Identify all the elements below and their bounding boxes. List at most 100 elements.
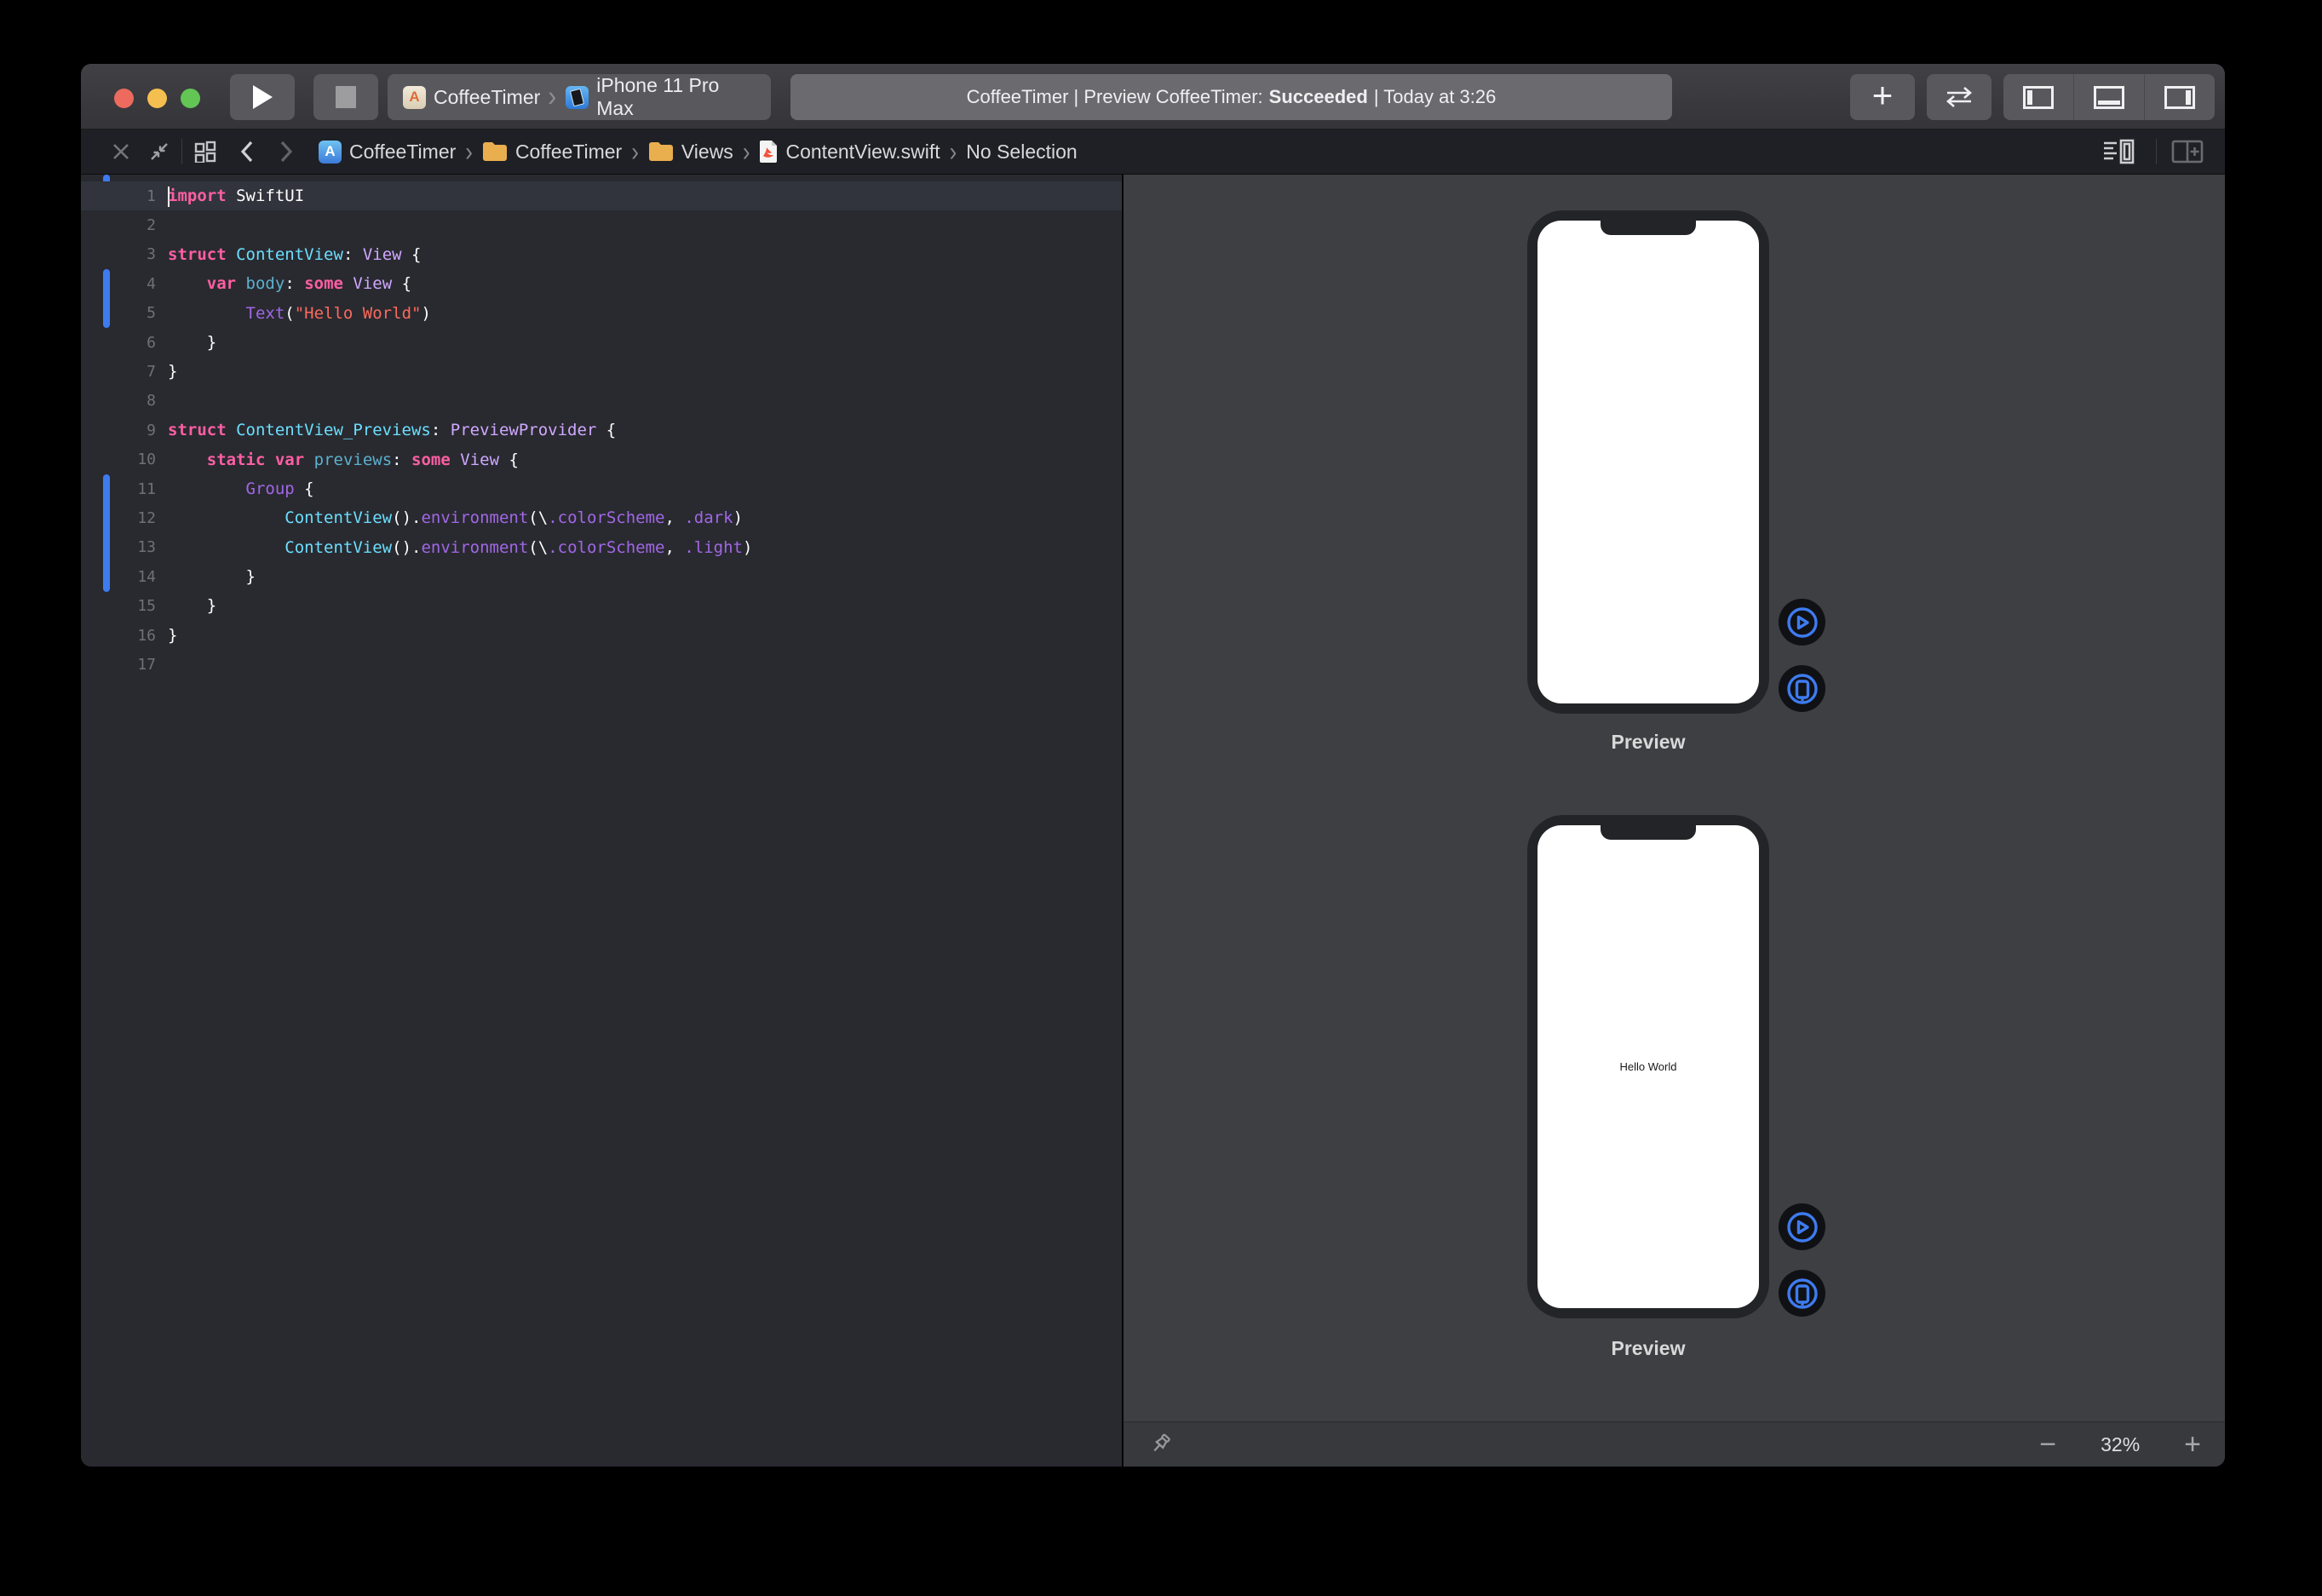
code-text[interactable]: import SwiftUI xyxy=(156,181,304,210)
swap-arrows-icon xyxy=(1944,86,1974,108)
breadcrumb-item-views[interactable]: Views xyxy=(648,141,733,164)
line-number[interactable]: 14 xyxy=(81,568,156,586)
related-items-icon[interactable] xyxy=(194,141,216,163)
line-number[interactable]: 6 xyxy=(81,334,156,352)
line-number[interactable]: 13 xyxy=(81,538,156,556)
live-preview-button[interactable] xyxy=(1779,599,1825,646)
code-text[interactable]: ContentView().environment(\.colorScheme,… xyxy=(156,533,752,562)
code-text[interactable]: struct ContentView_Previews: PreviewProv… xyxy=(156,416,616,445)
jumpbar-divider xyxy=(2156,139,2157,164)
code-text[interactable]: } xyxy=(156,562,256,591)
forward-button-icon[interactable] xyxy=(278,140,295,164)
jump-bar: ACoffeeTimer›CoffeeTimer›Views›ContentVi… xyxy=(81,129,2225,175)
split-editor-icon xyxy=(2170,139,2204,164)
line-number[interactable]: 4 xyxy=(81,275,156,293)
zoom-window-button[interactable] xyxy=(181,89,200,108)
line-number[interactable]: 9 xyxy=(81,422,156,439)
live-preview-button[interactable] xyxy=(1779,1203,1825,1250)
code-text[interactable]: ContentView().environment(\.colorScheme,… xyxy=(156,503,743,532)
code-text[interactable]: } xyxy=(156,621,177,650)
line-number[interactable]: 2 xyxy=(81,216,156,234)
line-number[interactable]: 5 xyxy=(81,304,156,322)
line-number[interactable]: 10 xyxy=(81,451,156,468)
editor-options-icon xyxy=(2102,139,2136,164)
line-number[interactable]: 15 xyxy=(81,597,156,615)
editor-options-button[interactable] xyxy=(2102,139,2136,164)
code-text[interactable]: Group { xyxy=(156,474,314,503)
preview-on-device-button[interactable] xyxy=(1779,665,1825,712)
code-rows: 1import SwiftUI23struct ContentView: Vie… xyxy=(81,181,1122,680)
breadcrumb-separator: › xyxy=(733,135,760,167)
zoom-in-button[interactable]: + xyxy=(2184,1430,2201,1459)
line-number[interactable]: 1 xyxy=(81,187,156,205)
code-text[interactable]: } xyxy=(156,591,216,620)
breadcrumb-item-contentview-swift[interactable]: ContentView.swift xyxy=(759,140,940,164)
device-notch xyxy=(1601,221,1696,235)
activity-status-bar[interactable]: CoffeeTimer | Preview CoffeeTimer: Succe… xyxy=(790,74,1672,120)
code-line-12: 12 ContentView().environment(\.colorSche… xyxy=(81,503,1122,532)
plus-icon: + xyxy=(1872,75,1894,116)
toolbar: A CoffeeTimer › iPhone 11 Pro Max Coffee… xyxy=(81,64,2225,129)
jumpbar-divider xyxy=(181,139,182,164)
iphone-device-icon xyxy=(566,86,589,109)
toggle-inspector-button[interactable] xyxy=(2144,74,2215,120)
code-line-1: 1import SwiftUI xyxy=(81,181,1122,210)
breadcrumb-label: ContentView.swift xyxy=(785,141,940,164)
code-line-2: 2 xyxy=(81,210,1122,239)
breadcrumb-item-coffeetimer[interactable]: CoffeeTimer xyxy=(482,141,622,164)
preview-device-frame: Hello World xyxy=(1527,815,1769,1318)
collapse-arrows-icon[interactable] xyxy=(149,141,170,162)
source-editor[interactable]: 1import SwiftUI23struct ContentView: Vie… xyxy=(81,175,1122,1467)
device-circle-icon xyxy=(1785,1277,1819,1311)
line-number[interactable]: 12 xyxy=(81,509,156,527)
code-text[interactable]: Text("Hello World") xyxy=(156,299,431,328)
run-button[interactable] xyxy=(230,74,295,120)
scheme-device-name: iPhone 11 Pro Max xyxy=(596,74,756,120)
line-number[interactable]: 16 xyxy=(81,627,156,645)
toggle-navigator-button[interactable] xyxy=(2003,74,2073,120)
line-number[interactable]: 7 xyxy=(81,363,156,381)
breadcrumb-label: No Selection xyxy=(966,141,1077,164)
project-icon: A xyxy=(319,141,342,164)
line-number[interactable]: 17 xyxy=(81,656,156,674)
code-text[interactable]: var body: some View { xyxy=(156,269,411,298)
breadcrumb-item-no-selection[interactable]: No Selection xyxy=(966,141,1077,164)
line-number[interactable]: 11 xyxy=(81,480,156,498)
back-button-icon[interactable] xyxy=(239,140,256,164)
code-line-9: 9struct ContentView_Previews: PreviewPro… xyxy=(81,416,1122,445)
minimize-window-button[interactable] xyxy=(147,89,167,108)
library-add-button[interactable]: + xyxy=(1850,74,1915,120)
preview-screen[interactable] xyxy=(1537,221,1759,703)
play-circle-icon xyxy=(1785,606,1819,640)
scheme-selector[interactable]: A CoffeeTimer › iPhone 11 Pro Max xyxy=(388,74,771,120)
code-text[interactable]: } xyxy=(156,328,216,357)
scheme-project-name: CoffeeTimer xyxy=(434,86,540,109)
line-number[interactable]: 8 xyxy=(81,392,156,410)
code-review-button[interactable] xyxy=(1927,74,1992,120)
code-text[interactable]: struct ContentView: View { xyxy=(156,240,421,269)
swift-icon xyxy=(759,140,778,164)
code-text[interactable]: } xyxy=(156,357,177,386)
play-circle-icon xyxy=(1785,1210,1819,1244)
toggle-debug-area-button[interactable] xyxy=(2073,74,2144,120)
close-window-button[interactable] xyxy=(114,89,134,108)
bottom-panel-icon xyxy=(2094,86,2124,109)
line-number[interactable]: 3 xyxy=(81,245,156,263)
device-circle-icon xyxy=(1785,672,1819,706)
stop-button[interactable] xyxy=(313,74,378,120)
preview-on-device-button[interactable] xyxy=(1779,1270,1825,1317)
preview-screen[interactable]: Hello World xyxy=(1537,825,1759,1308)
right-panel-icon xyxy=(2164,86,2195,109)
pin-preview-button[interactable] xyxy=(1147,1432,1173,1457)
zoom-out-button[interactable]: − xyxy=(2039,1430,2056,1459)
code-text[interactable]: static var previews: some View { xyxy=(156,445,519,474)
breadcrumb-label: CoffeeTimer xyxy=(349,141,456,164)
breadcrumb: ACoffeeTimer›CoffeeTimer›Views›ContentVi… xyxy=(319,139,1078,165)
breadcrumb-item-coffeetimer[interactable]: A CoffeeTimer xyxy=(319,141,456,164)
code-line-4: 4 var body: some View { xyxy=(81,269,1122,298)
close-editor-icon[interactable] xyxy=(112,142,130,161)
xcode-app-icon: A xyxy=(403,86,426,109)
folder-icon xyxy=(648,141,674,162)
add-editor-button[interactable] xyxy=(2170,139,2204,164)
canvas-bottom-bar: − 32% + xyxy=(1124,1421,2225,1467)
